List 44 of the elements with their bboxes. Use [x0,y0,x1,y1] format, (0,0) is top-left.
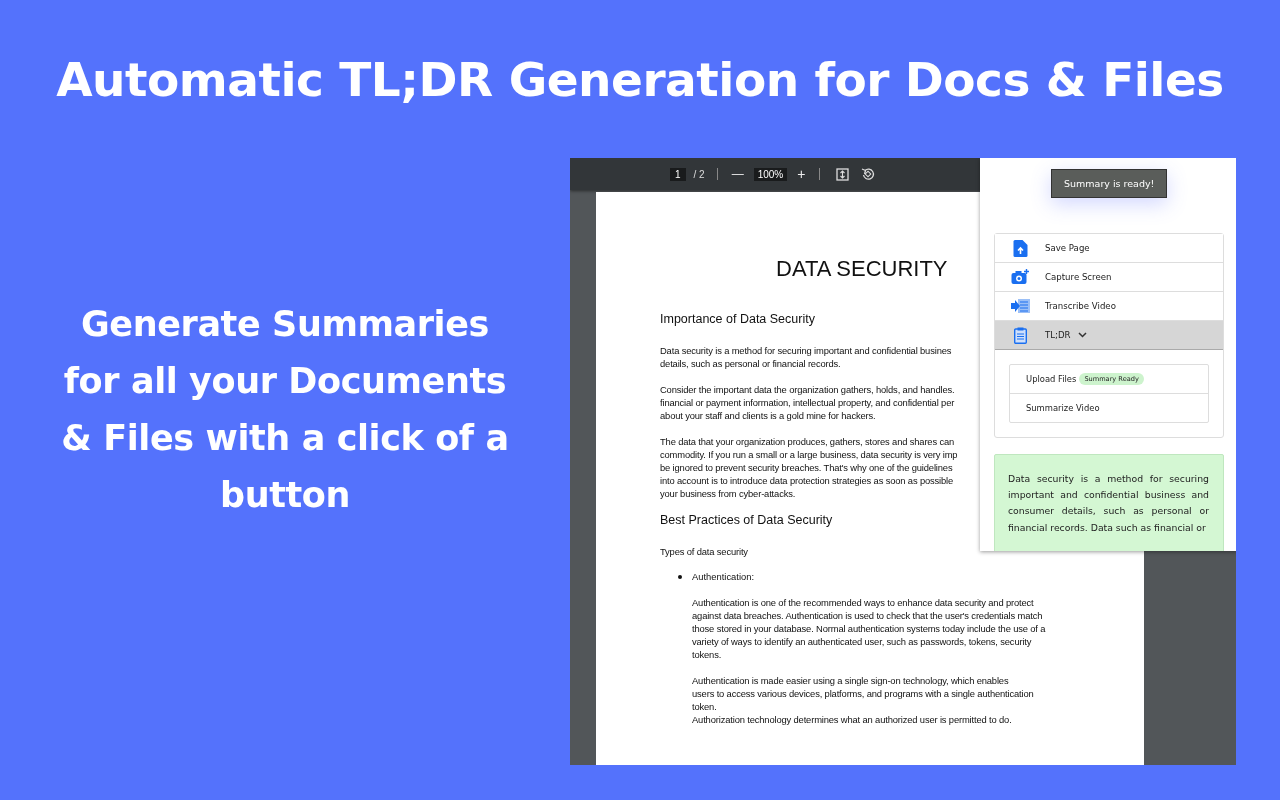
zoom-in-button[interactable]: + [795,166,808,182]
text-line: token. [692,700,717,713]
fit-page-icon[interactable] [836,167,850,181]
text-line: tokens. [692,648,722,661]
text-line: Authentication is one of the recommended ways to enhance data security and protect [692,596,1034,609]
document-title: DATA SECURITY [776,256,948,282]
section-heading: Importance of Data Security [660,312,816,326]
text-line: Consider the important data the organization gathers, holds, and handles. [660,383,955,396]
text-line: Data security is a method for securing important and confidential busines [660,344,952,357]
text-line: be ignored to prevent security breaches. That's why one of the guidelines [660,461,953,474]
text-line: your business from cyber-attacks. [660,487,796,500]
page-total: / 2 [693,168,705,180]
camera-icon [1011,269,1030,285]
toast-notification: Summary is ready! [1051,169,1168,198]
tagline: Generate Summaries for all your Documents & Files with a click of a button [60,303,510,517]
text-line: Authentication is made easier using a single sign-on technology, which enables [692,674,1009,687]
bullet-icon [678,574,682,579]
text-line: users to access various devices, platforms, and programs with a single authentication [692,687,1034,700]
file-upload-icon [1011,239,1030,257]
summary-text: Data security is a method for securing important and confidential business and consumer details, such as personal or financial records. Data such as financial or [1008,472,1209,535]
page-number-field[interactable]: 1 [670,167,686,181]
zoom-out-button[interactable]: — [729,167,746,181]
menu-item[interactable]: TL;DR [995,321,1223,350]
text-line: financial or payment information, intellectual property, and confidential per [660,396,955,409]
text-line: Authorization technology determines what an authorized user is permitted to do. [692,713,1012,726]
text-line: about your staff and clients is a gold mine for hackers. [660,409,876,422]
text-line: into account is to introduce data protection strategies as soon as possible [660,474,954,487]
text-line: against data breaches. Authentication is used to check that the user's credentials match [692,609,1043,622]
text-line: details, such as personal or financial records. [660,357,841,370]
text-line: The data that your organization produces, gathers, stores and shares can [660,435,955,448]
text-line: those stored in your database. Normal authentication systems today include the use of a [692,622,1046,635]
clipboard-icon [1011,326,1030,344]
submenu-item[interactable]: Summarize Video [1026,403,1100,413]
rotate-icon[interactable] [861,167,876,181]
submenu-item[interactable]: Upload Files [1026,374,1077,384]
headline: Automatic TL;DR Generation for Docs & Files [55,51,1225,109]
menu-item[interactable]: Save Page [995,234,1223,263]
section-heading: Best Practices of Data Security [660,513,834,527]
transcript-icon [1011,299,1030,313]
text-line: Types of data security [660,545,748,558]
list-item: Authentication: [692,571,755,582]
text-line: commodity. If you run a small or a large business, data security is very imp [660,448,958,461]
text-line: variety of ways to identify an authenticated user, such as passwords, tokens, security [692,635,1032,648]
zoom-field[interactable]: 100% [753,167,788,181]
